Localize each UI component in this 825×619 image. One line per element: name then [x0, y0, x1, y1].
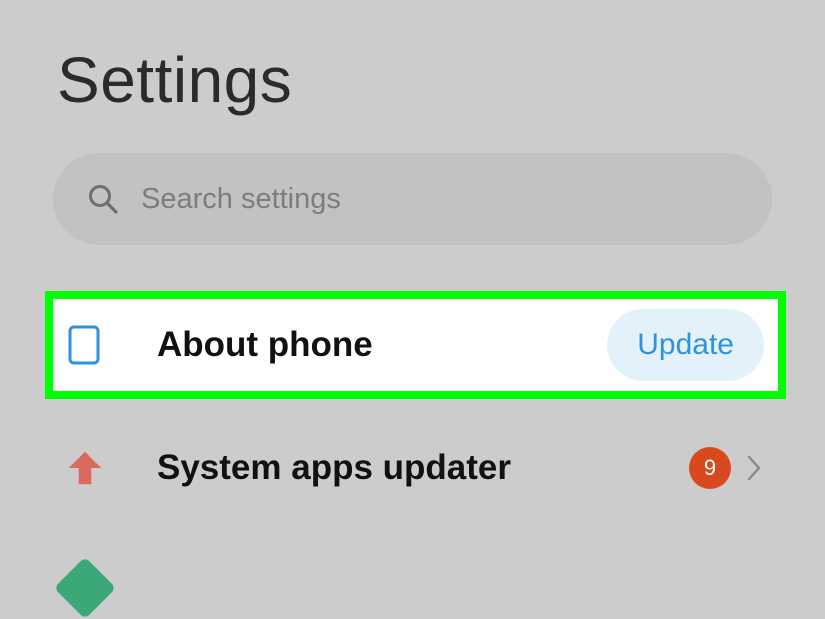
settings-item-about-phone[interactable]: About phone Update — [53, 299, 778, 391]
settings-item-system-apps-updater[interactable]: System apps updater 9 — [53, 422, 778, 514]
search-bar[interactable]: Search settings — [53, 153, 772, 245]
settings-item-label: System apps updater — [157, 448, 511, 487]
shield-icon — [53, 556, 117, 619]
page-title: Settings — [57, 44, 293, 116]
notification-badge: 9 — [689, 447, 731, 489]
arrow-up-icon — [67, 446, 103, 490]
search-icon — [87, 183, 119, 215]
chevron-right-icon — [744, 453, 764, 483]
settings-item-partial[interactable] — [53, 548, 778, 619]
search-placeholder[interactable]: Search settings — [141, 183, 341, 216]
update-button[interactable]: Update — [607, 309, 764, 381]
phone-outline-icon — [67, 323, 103, 367]
settings-item-label: About phone — [157, 325, 373, 364]
